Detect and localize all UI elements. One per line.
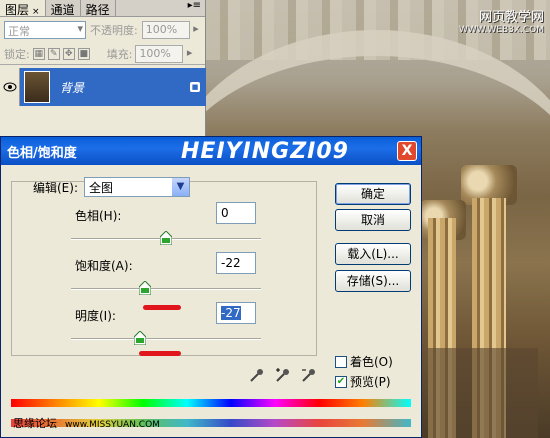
colorize-box[interactable] (335, 355, 347, 368)
eyedropper-icon[interactable] (249, 367, 265, 383)
cancel-button[interactable]: 取消 (335, 209, 411, 231)
shadow-area (428, 348, 538, 438)
footer-watermark-url: www.MISSYUAN.COM (65, 420, 160, 430)
hue-input[interactable]: 0 (216, 202, 256, 224)
blend-mode-select[interactable]: 正常 (4, 21, 86, 39)
tab-paths[interactable]: 路径 (80, 0, 116, 17)
colorize-checkbox[interactable]: 着色(O) (335, 353, 393, 370)
settings-group (11, 181, 317, 356)
close-icon[interactable]: X (397, 141, 417, 161)
red-annotation-mark (139, 351, 181, 356)
footer-watermark: 思缘论坛 www.MISSYUAN.COM (13, 415, 160, 431)
edit-row: 编辑(E): 全图 ▼ (33, 177, 190, 197)
blend-row: 正常 不透明度: 100% (0, 17, 205, 43)
opacity-input[interactable]: 100% (141, 21, 199, 39)
preview-label: 预览(P) (350, 375, 391, 389)
lightness-label: 明度(I): (75, 309, 116, 323)
tab-channels-label: 通道 (50, 3, 75, 17)
fill-input[interactable]: 100% (135, 44, 192, 63)
colorize-label: 着色(O) (350, 355, 393, 369)
preview-checkbox[interactable]: ✔ 预览(P) (335, 373, 391, 390)
saturation-input[interactable]: -22 (216, 252, 256, 274)
fill-label: 填充: (106, 47, 133, 61)
edit-select-value: 全图 (89, 181, 114, 195)
tab-paths-label: 路径 (85, 3, 110, 17)
load-button[interactable]: 载入(L)... (335, 243, 411, 265)
saturation-slider-track[interactable] (71, 288, 261, 290)
saturation-value: -22 (221, 256, 241, 270)
eyedropper-plus-icon[interactable] (275, 367, 291, 383)
lock-label: 锁定: (4, 47, 30, 61)
chevron-down-icon[interactable]: ▼ (172, 178, 189, 196)
watermark-top: 网页教学网 WWW.WEB3X.COM (459, 6, 544, 35)
hue-value: 0 (221, 206, 229, 220)
panel-menu-icon[interactable]: ▸≡ (184, 0, 205, 16)
tab-channels[interactable]: 通道 (45, 0, 81, 17)
hue-slider-knob[interactable] (160, 231, 172, 245)
red-annotation-mark (143, 305, 181, 310)
layer-selected[interactable]: 背景 ■ (20, 68, 206, 106)
footer-watermark-text: 思缘论坛 (13, 417, 57, 430)
lightness-value: -27 (221, 306, 241, 320)
spectrum-bar-top (11, 399, 411, 407)
hue-label: 色相(H): (75, 209, 122, 223)
lock-paint-icon[interactable]: ✎ (47, 47, 60, 60)
save-button[interactable]: 存储(S)... (335, 270, 411, 292)
preview-box[interactable]: ✔ (335, 375, 347, 388)
lightness-slider-track[interactable] (71, 338, 261, 340)
tab-layers-label: 图层 (5, 3, 30, 17)
lightness-slider-knob[interactable] (134, 331, 147, 345)
visibility-eye-icon[interactable] (0, 68, 20, 106)
saturation-slider-knob[interactable] (139, 281, 152, 295)
dialog-titlebar[interactable]: 色相/饱和度 HEIYINGZI09 X (1, 137, 421, 165)
opacity-label: 不透明度: (90, 24, 138, 37)
hue-saturation-dialog: 色相/饱和度 HEIYINGZI09 X 编辑(E): 全图 ▼ 色相(H): … (0, 136, 422, 438)
saturation-label: 饱和度(A): (75, 259, 133, 273)
lock-row: 锁定: ▦ ✎ ✥ ■ 填充: 100% (0, 43, 205, 65)
brand-text: HEIYINGZI09 (181, 139, 349, 164)
tab-close-icon[interactable]: × (32, 7, 40, 17)
eyedropper-minus-icon[interactable] (301, 367, 317, 383)
watermark-url: WWW.WEB3X.COM (458, 25, 544, 35)
lock-move-icon[interactable]: ✥ (62, 47, 75, 60)
panel-tabs: 图层 × 通道 路径 ▸≡ (0, 0, 205, 17)
layer-row[interactable]: 背景 ■ (0, 68, 206, 106)
dialog-title: 色相/饱和度 (7, 145, 77, 161)
layer-name: 背景 (60, 80, 85, 95)
tab-layers[interactable]: 图层 × (0, 0, 46, 17)
lock-transparency-icon[interactable]: ▦ (32, 47, 45, 60)
ok-button[interactable]: 确定 (335, 183, 411, 205)
edit-select[interactable]: 全图 ▼ (84, 177, 190, 197)
lightness-input[interactable]: -27 (216, 302, 256, 324)
layer-lock-icon: ■ (190, 82, 200, 92)
layer-thumbnail (24, 71, 50, 103)
lock-all-icon[interactable]: ■ (77, 47, 90, 60)
watermark-title: 网页教学网 (478, 10, 544, 25)
edit-label: 编辑(E): (33, 180, 78, 195)
